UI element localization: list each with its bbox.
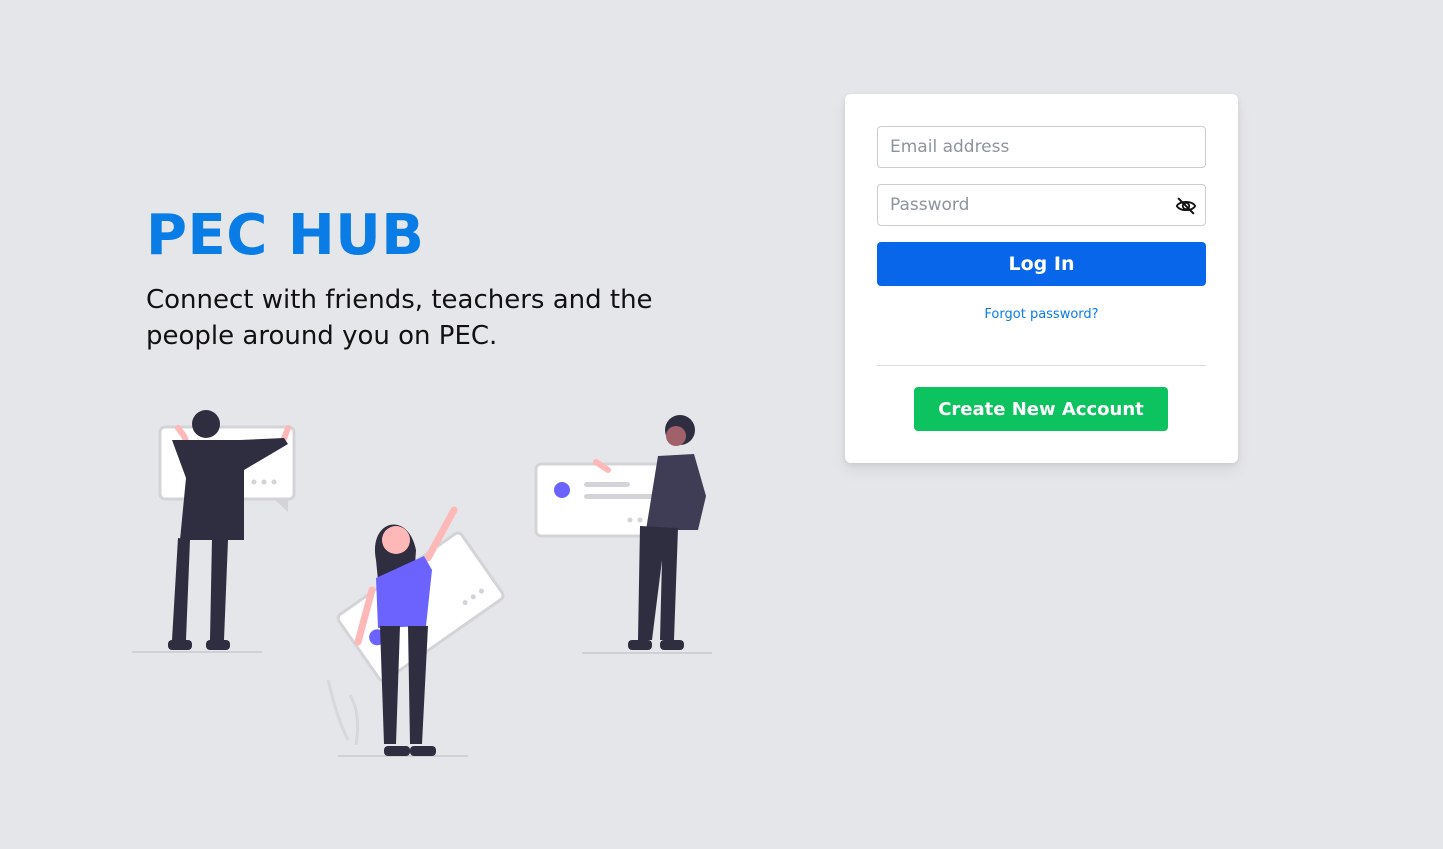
password-field-wrapper	[877, 184, 1206, 226]
email-field-wrapper	[877, 126, 1206, 168]
people-illustration	[132, 410, 712, 757]
email-field[interactable]	[878, 127, 1205, 167]
brand-title: PEC HUB	[146, 203, 425, 268]
tagline: Connect with friends, teachers and the p…	[146, 285, 653, 351]
login-card: Log In Forgot password? Create New Accou…	[845, 94, 1238, 463]
create-account-button[interactable]: Create New Account	[914, 387, 1168, 431]
forgot-password-link[interactable]: Forgot password?	[845, 307, 1238, 322]
password-field[interactable]	[878, 185, 1205, 225]
eye-slash-icon[interactable]	[1175, 195, 1197, 217]
divider	[877, 365, 1206, 366]
login-button[interactable]: Log In	[877, 242, 1206, 286]
